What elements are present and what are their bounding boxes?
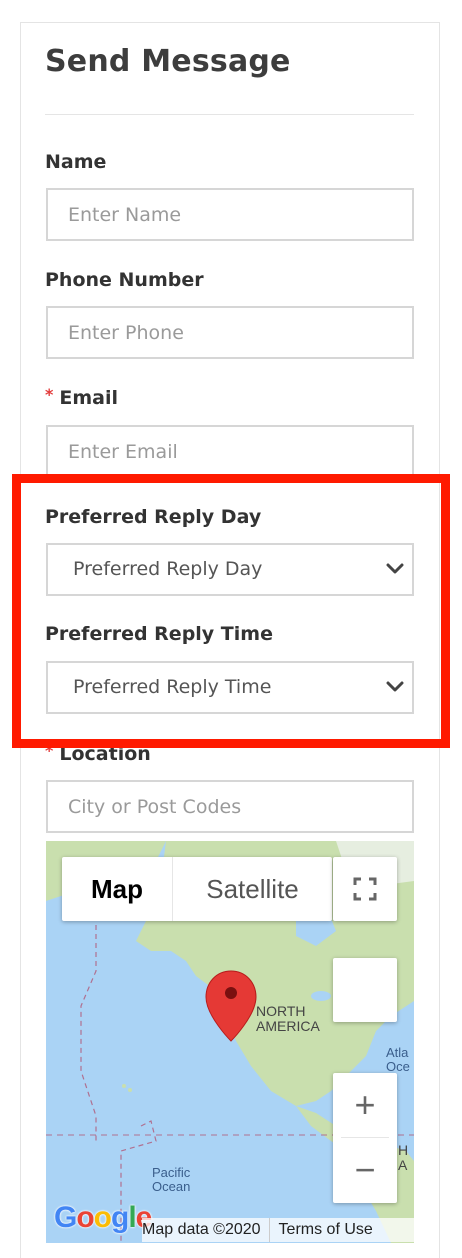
phone-label: Phone Number xyxy=(45,269,204,291)
location-label: * Location xyxy=(45,741,151,765)
partial-label-a: A xyxy=(398,1157,408,1173)
reply-day-select[interactable]: Preferred Reply Day xyxy=(46,543,414,596)
map-attribution: Map data ©2020 Terms of Use xyxy=(142,1218,414,1242)
email-label-text: Email xyxy=(59,387,118,409)
location-label-text: Location xyxy=(59,743,151,765)
map-type-satellite-button[interactable]: Satellite xyxy=(173,857,332,921)
map-type-map-button[interactable]: Map xyxy=(62,857,173,921)
ocean-label-line1: Pacific xyxy=(152,1165,191,1180)
form-title: Send Message xyxy=(45,44,291,79)
required-mark: * xyxy=(45,385,54,404)
atlantic-label-line1: Atla xyxy=(386,1045,409,1060)
atlantic-label-line2: Oce xyxy=(386,1059,410,1074)
zoom-control: + − xyxy=(333,1073,397,1203)
reply-time-label: Preferred Reply Time xyxy=(45,623,273,645)
street-view-button[interactable] xyxy=(333,958,397,1022)
ocean-label: Pacific Ocean xyxy=(152,1166,190,1194)
reply-time-value: Preferred Reply Time xyxy=(73,676,272,698)
fullscreen-button[interactable] xyxy=(333,857,397,921)
email-input[interactable] xyxy=(46,425,414,478)
required-mark: * xyxy=(45,741,54,760)
chevron-down-icon xyxy=(386,563,404,574)
email-label: * Email xyxy=(45,385,118,409)
phone-input[interactable] xyxy=(46,306,414,359)
zoom-out-button[interactable]: − xyxy=(333,1138,397,1202)
continent-label-line2: AMERICA xyxy=(256,1018,320,1034)
terms-of-use-link[interactable]: Terms of Use xyxy=(268,1218,381,1242)
reply-day-value: Preferred Reply Day xyxy=(73,558,263,580)
zoom-in-button[interactable]: + xyxy=(333,1073,397,1137)
name-label: Name xyxy=(45,151,107,173)
map-data-text: Map data ©2020 xyxy=(142,1221,261,1238)
google-logo[interactable]: Google xyxy=(54,1201,152,1235)
partial-country-label: H A xyxy=(398,1143,408,1173)
fullscreen-icon xyxy=(353,877,377,901)
atlantic-label: Atla Oce xyxy=(386,1046,410,1074)
reply-day-label: Preferred Reply Day xyxy=(45,506,262,528)
title-divider xyxy=(45,114,414,115)
location-input[interactable] xyxy=(46,780,414,833)
partial-label-h: H xyxy=(398,1142,409,1158)
reply-time-select[interactable]: Preferred Reply Time xyxy=(46,661,414,714)
continent-label: NORTH AMERICA xyxy=(256,1004,320,1034)
map-widget[interactable]: NORTH AMERICA Pacific Ocean Atla Oce H A… xyxy=(46,841,414,1243)
name-input[interactable] xyxy=(46,188,414,241)
map-type-control: Map Satellite xyxy=(62,857,332,921)
chevron-down-icon xyxy=(386,681,404,692)
continent-label-line1: NORTH xyxy=(256,1003,306,1019)
ocean-label-line2: Ocean xyxy=(152,1179,191,1194)
